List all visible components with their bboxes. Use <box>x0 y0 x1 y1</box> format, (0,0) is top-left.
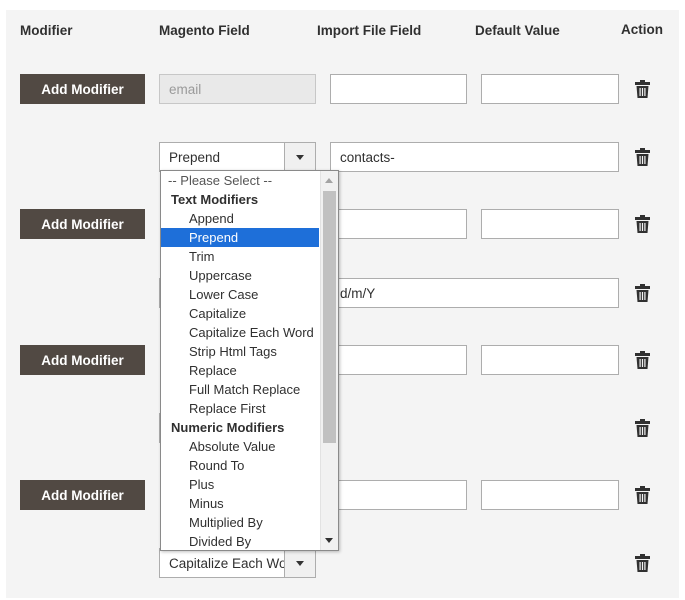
header-magento-field: Magento Field <box>159 23 250 38</box>
dropdown-option[interactable]: Full Match Replace <box>161 380 319 399</box>
modifier-dropdown-list[interactable]: -- Please Select -- Text Modifiers Appen… <box>160 170 339 551</box>
modifier-select[interactable]: Prepend <box>159 142 316 172</box>
dropdown-option[interactable]: Strip Html Tags <box>161 342 319 361</box>
add-modifier-button[interactable]: Add Modifier <box>20 480 145 510</box>
header-default-value: Default Value <box>475 23 560 38</box>
trash-icon[interactable] <box>635 554 650 572</box>
header-import-file-field: Import File Field <box>317 23 422 38</box>
modifier-value-input[interactable]: contacts- <box>330 142 619 172</box>
dropdown-option[interactable]: Divided By <box>161 532 319 550</box>
modifier-select-value: Prepend <box>169 149 221 165</box>
dropdown-option[interactable]: Plus <box>161 475 319 494</box>
magento-field-input: email <box>159 74 316 104</box>
default-value-input[interactable] <box>481 345 619 375</box>
dropdown-option[interactable]: Capitalize <box>161 304 319 323</box>
modifier-select-value: Capitalize Each Word <box>169 555 299 571</box>
trash-icon[interactable] <box>635 486 650 504</box>
scrollbar-thumb[interactable] <box>323 191 336 443</box>
trash-icon[interactable] <box>635 351 650 369</box>
trash-icon[interactable] <box>635 215 650 233</box>
import-file-field-input[interactable] <box>330 480 467 510</box>
import-file-field-input[interactable] <box>330 345 467 375</box>
dropdown-option[interactable]: Append <box>161 209 319 228</box>
trash-icon[interactable] <box>635 284 650 302</box>
dropdown-option[interactable]: Trim <box>161 247 319 266</box>
dropdown-options: -- Please Select -- Text Modifiers Appen… <box>161 171 319 550</box>
dropdown-group-numeric-modifiers: Numeric Modifiers <box>171 420 285 435</box>
dropdown-group-text-modifiers: Text Modifiers <box>171 192 259 207</box>
dropdown-option[interactable]: Round To <box>161 456 319 475</box>
add-modifier-button[interactable]: Add Modifier <box>20 74 145 104</box>
default-value-input[interactable] <box>481 74 619 104</box>
trash-icon[interactable] <box>635 148 650 166</box>
dropdown-option[interactable]: Capitalize Each Word <box>161 323 319 342</box>
dropdown-option[interactable]: Prepend <box>161 228 319 247</box>
modifier-value-input[interactable]: d/m/Y <box>330 278 619 308</box>
scroll-down-icon[interactable] <box>325 538 333 543</box>
header-action: Action <box>621 22 663 37</box>
import-file-field-input[interactable] <box>330 209 467 239</box>
default-value-input[interactable] <box>481 480 619 510</box>
scroll-up-icon[interactable] <box>325 178 333 183</box>
dropdown-option[interactable]: Uppercase <box>161 266 319 285</box>
import-file-field-input[interactable] <box>330 74 467 104</box>
trash-icon[interactable] <box>635 80 650 98</box>
dropdown-option[interactable]: Lower Case <box>161 285 319 304</box>
chevron-down-icon[interactable] <box>284 143 315 171</box>
modifier-select[interactable]: Capitalize Each Word <box>159 548 316 578</box>
default-value-input[interactable] <box>481 209 619 239</box>
trash-icon[interactable] <box>635 419 650 437</box>
dropdown-option[interactable]: Minus <box>161 494 319 513</box>
dropdown-placeholder[interactable]: -- Please Select -- <box>161 171 319 190</box>
header-modifier: Modifier <box>20 23 73 38</box>
dropdown-option[interactable]: Multiplied By <box>161 513 319 532</box>
add-modifier-button[interactable]: Add Modifier <box>20 209 145 239</box>
dropdown-option[interactable]: Absolute Value <box>161 437 319 456</box>
add-modifier-button[interactable]: Add Modifier <box>20 345 145 375</box>
dropdown-scrollbar[interactable] <box>320 171 338 550</box>
dropdown-option[interactable]: Replace First <box>161 399 319 418</box>
chevron-down-icon[interactable] <box>284 549 315 577</box>
dropdown-option[interactable]: Replace <box>161 361 319 380</box>
